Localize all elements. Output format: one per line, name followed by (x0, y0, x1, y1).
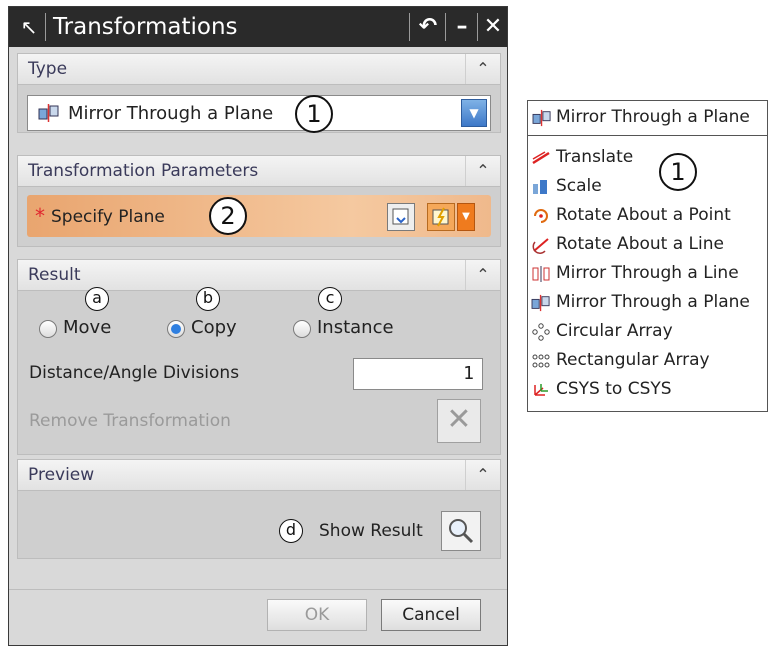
show-result-button[interactable] (441, 511, 481, 551)
divisions-label: Distance/Angle Divisions (29, 363, 240, 383)
dialog-title: Transformations (53, 14, 238, 40)
remove-transformation-button[interactable]: ✕ (437, 399, 481, 443)
list-item-mirror-plane[interactable]: Mirror Through a Plane (528, 288, 767, 317)
params-section-label: Transformation Parameters (28, 161, 259, 181)
list-selected-label: Mirror Through a Plane (556, 107, 750, 127)
title-separator (409, 13, 410, 41)
minimize-icon[interactable]: – (449, 13, 475, 41)
mirror-plane-icon (531, 294, 550, 312)
footer-divider (9, 589, 507, 590)
close-icon[interactable]: ✕ (480, 13, 506, 41)
list-item-mirror-line[interactable]: Mirror Through a Line (528, 259, 767, 288)
callout-2: 2 (209, 197, 247, 235)
callout-a: a (85, 287, 109, 311)
list-selected-item[interactable]: Mirror Through a Plane (528, 101, 767, 136)
callout-d: d (279, 519, 303, 543)
translate-icon (532, 151, 550, 165)
collapse-chevron-icon[interactable]: ⌃ (465, 156, 500, 186)
list-item-scale[interactable]: Scale (528, 172, 767, 201)
preview-section-body (17, 491, 501, 559)
title-separator (477, 13, 478, 41)
title-separator (45, 13, 46, 41)
rotate-line-icon (532, 238, 549, 254)
preview-section-header[interactable]: Preview ⌃ (17, 459, 501, 491)
rotate-point-icon (534, 209, 548, 223)
cancel-button[interactable]: Cancel (381, 599, 481, 631)
type-section-label: Type (28, 59, 68, 79)
params-section-header[interactable]: Transformation Parameters ⌃ (17, 155, 501, 187)
mirror-plane-icon (532, 109, 551, 127)
mirror-plane-icon (38, 104, 59, 122)
type-dropdown[interactable]: Mirror Through a Plane ▼ (27, 95, 491, 131)
list-item-rotate-point[interactable]: Rotate About a Point (528, 201, 767, 230)
rectangular-array-icon (532, 354, 550, 368)
list-item-circular-array[interactable]: Circular Array (528, 317, 767, 346)
result-section-header[interactable]: Result ⌃ (17, 259, 501, 291)
plane-lightning-icon (432, 207, 449, 227)
plane-dialog-button[interactable] (387, 203, 415, 231)
callout-c: c (318, 287, 342, 311)
move-radio[interactable] (39, 320, 57, 338)
list-item-label: Rotate About a Point (556, 205, 731, 225)
plane-options-dropdown[interactable]: ▼ (457, 203, 475, 231)
title-separator (445, 13, 446, 41)
collapse-chevron-icon[interactable]: ⌃ (465, 260, 500, 290)
list-item-label: Translate (556, 147, 634, 167)
show-result-label: Show Result (319, 521, 423, 541)
inferred-plane-button[interactable] (427, 203, 455, 231)
list-item-label: CSYS to CSYS (556, 379, 672, 399)
copy-label: Copy (191, 317, 237, 338)
pointer-arrow-icon: ↖ (20, 15, 38, 39)
type-selected-value: Mirror Through a Plane (68, 103, 274, 124)
list-item-label: Rotate About a Line (556, 234, 724, 254)
specify-plane-label: Specify Plane (51, 207, 165, 227)
csys-icon (534, 384, 548, 396)
reset-icon[interactable]: ↶ (415, 13, 441, 41)
preview-section-label: Preview (28, 465, 95, 485)
required-marker: * (35, 204, 45, 228)
callout-b: b (196, 287, 220, 311)
move-label: Move (63, 317, 112, 338)
list-item-label: Scale (556, 176, 602, 196)
callout-1: 1 (295, 95, 333, 133)
list-item-csys[interactable]: CSYS to CSYS (528, 375, 767, 404)
result-section-label: Result (28, 265, 81, 285)
dropdown-arrow-icon[interactable]: ▼ (461, 99, 487, 127)
collapse-chevron-icon[interactable]: ⌃ (465, 460, 500, 490)
magnifier-icon (449, 519, 474, 544)
copy-radio[interactable] (167, 320, 185, 338)
callout-1: 1 (659, 153, 697, 191)
scale-icon (533, 180, 547, 194)
type-section-header[interactable]: Type ⌃ (17, 53, 501, 85)
transformation-type-list: Mirror Through a Plane Translate Scale R… (527, 100, 768, 412)
divisions-input[interactable]: 1 (353, 358, 483, 390)
ok-button[interactable]: OK (267, 599, 367, 631)
instance-label: Instance (317, 317, 394, 338)
mirror-line-icon (532, 266, 550, 282)
circular-array-icon (532, 323, 550, 341)
list-item-rotate-line[interactable]: Rotate About a Line (528, 230, 767, 259)
instance-radio[interactable] (293, 320, 311, 338)
specify-plane-row[interactable]: * Specify Plane ▼ (27, 195, 491, 237)
list-item-label: Mirror Through a Plane (556, 292, 750, 312)
list-item-label: Circular Array (556, 321, 673, 341)
list-item-label: Mirror Through a Line (556, 263, 739, 283)
transformations-dialog: ↖ Transformations ↶ – ✕ Type ⌃ Mirror Th… (8, 6, 508, 646)
delete-x-icon: ✕ (446, 402, 472, 437)
plane-dialog-icon (392, 208, 409, 225)
list-item-label: Rectangular Array (556, 350, 710, 370)
collapse-chevron-icon[interactable]: ⌃ (465, 54, 500, 84)
remove-transformation-label: Remove Transformation (29, 411, 231, 431)
list-item-translate[interactable]: Translate (528, 143, 767, 172)
list-item-rectangular-array[interactable]: Rectangular Array (528, 346, 767, 375)
title-bar[interactable]: ↖ Transformations ↶ – ✕ (9, 7, 507, 47)
